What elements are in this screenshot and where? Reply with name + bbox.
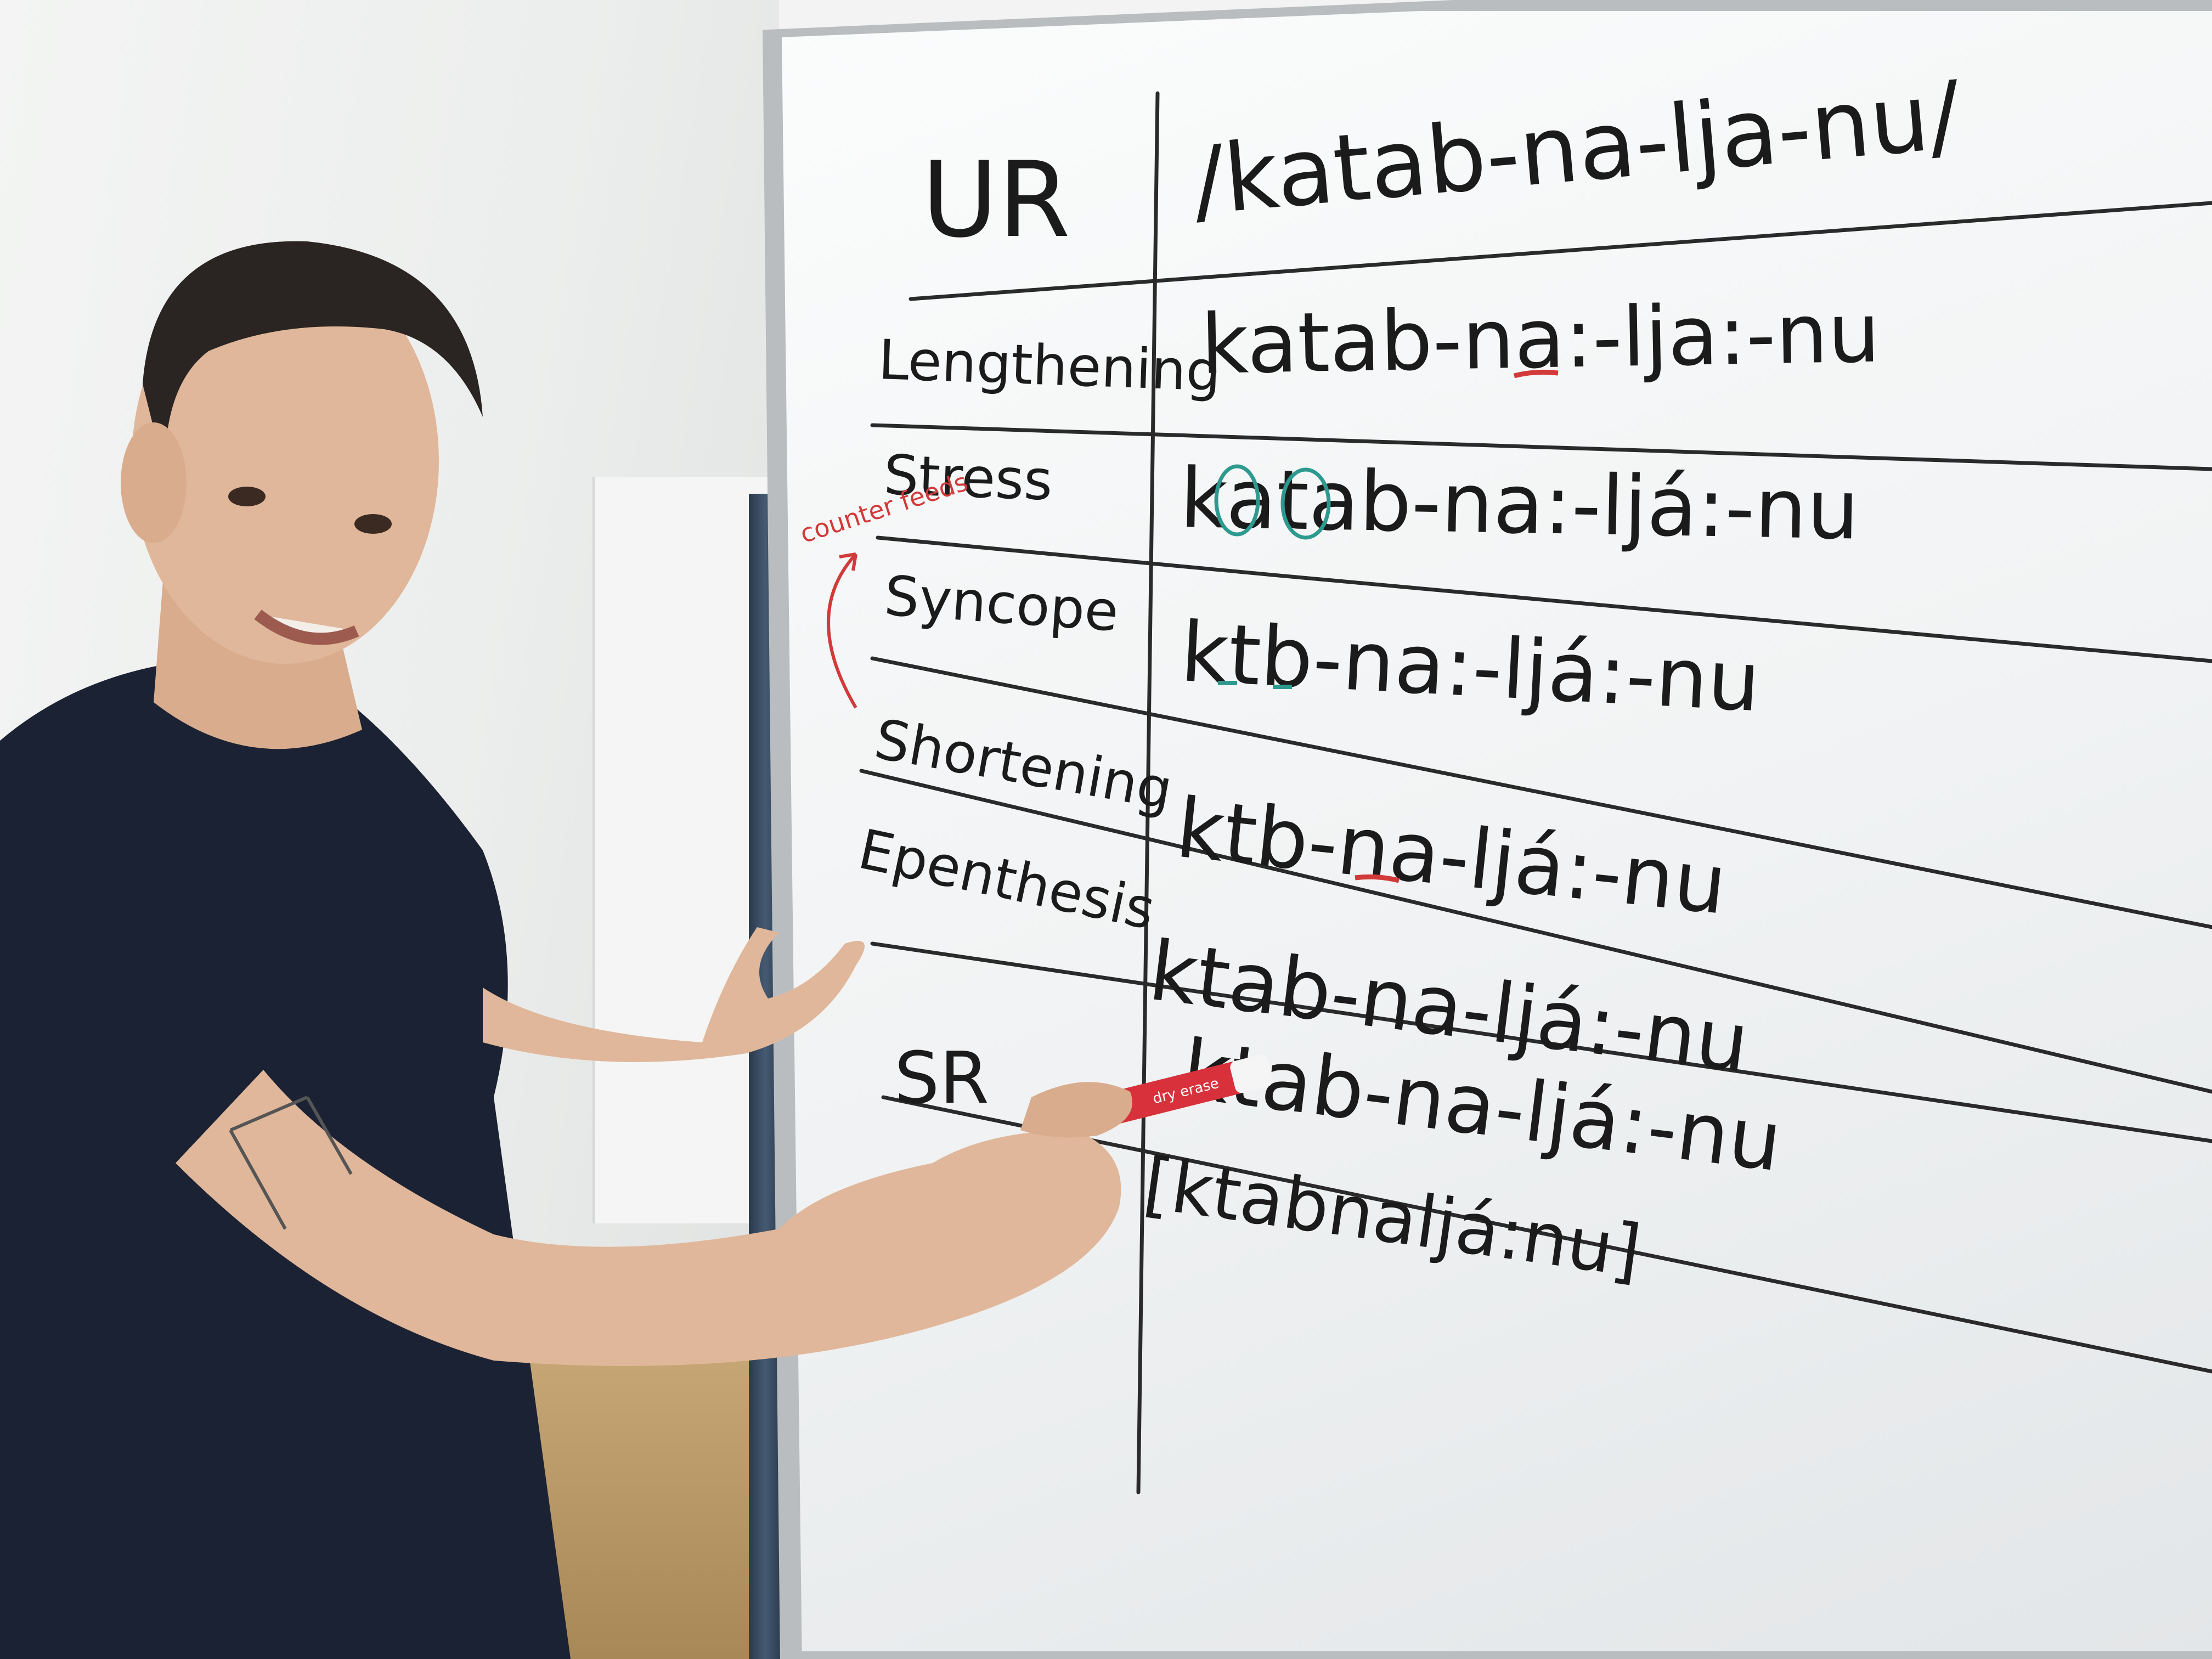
raised-hand [483,927,865,1062]
left-eye [228,487,266,506]
right-eye [354,514,392,534]
ear [121,422,187,543]
marker-cap [1230,1054,1273,1093]
person-pointing: dry erase [0,241,1273,1659]
fingers [1020,1082,1132,1138]
photo-scene: UR /katab-na-lja-nu/ Lengthening Stress … [0,0,2212,1659]
